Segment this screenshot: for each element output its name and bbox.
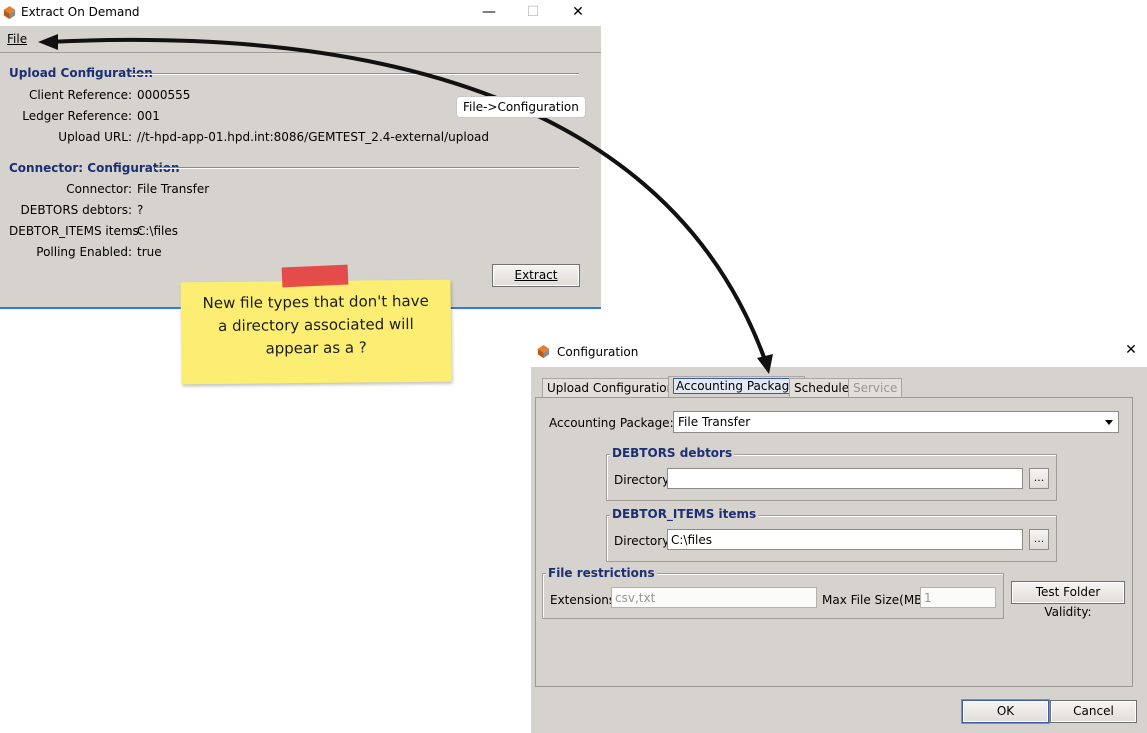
tape-strip [281, 264, 349, 288]
sticky-note: New file types that don't have a directo… [180, 279, 452, 385]
arrowhead-down-icon [757, 354, 773, 374]
arrowhead-left-icon [38, 34, 58, 50]
sticky-note-text: New file types that don't have a directo… [202, 291, 429, 358]
file-configuration-callout: File->Configuration [456, 96, 586, 118]
